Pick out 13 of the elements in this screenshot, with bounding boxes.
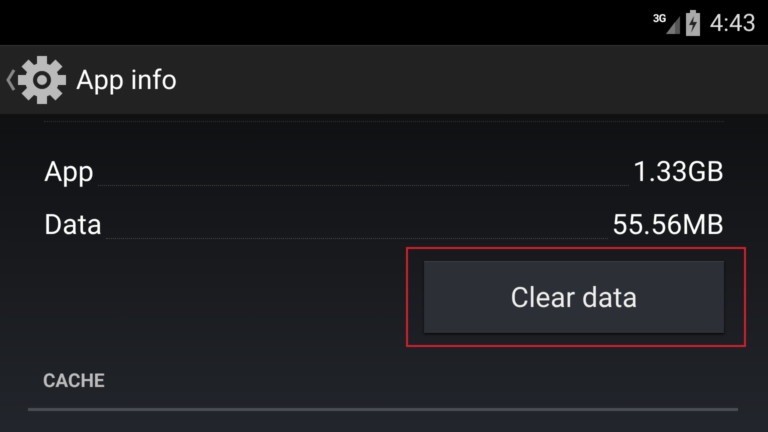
battery-charging-icon — [686, 10, 700, 36]
storage-value: 1.33GB — [632, 158, 724, 186]
storage-label: App — [44, 158, 94, 186]
screen-title: App info — [76, 62, 177, 98]
storage-value: 55.56MB — [612, 211, 724, 239]
clear-data-button[interactable]: Clear data — [424, 261, 724, 333]
section-header: CACHE — [43, 368, 106, 394]
back-chevron-icon — [6, 68, 16, 92]
gear-icon — [16, 54, 68, 106]
back-button[interactable] — [6, 54, 68, 106]
network-type: 3G — [653, 12, 666, 24]
storage-label: Data — [44, 211, 102, 239]
clock-time: 4:43 — [710, 8, 756, 38]
